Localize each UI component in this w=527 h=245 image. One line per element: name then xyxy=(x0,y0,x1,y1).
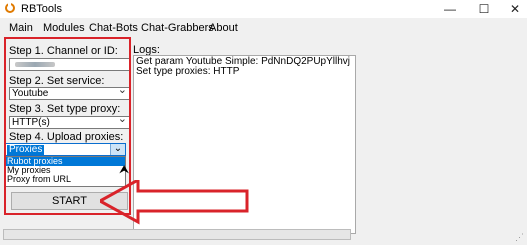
window-title: RBTools xyxy=(21,3,62,15)
menu-item-about[interactable]: About xyxy=(209,22,238,34)
menu-item-chat-bots[interactable]: Chat-Bots xyxy=(89,22,138,34)
maximize-button[interactable]: ☐ xyxy=(469,0,499,18)
resize-grip-icon[interactable]: ⋰ xyxy=(515,232,524,243)
app-logo-icon xyxy=(5,2,15,13)
log-line: Set type proxies: HTTP xyxy=(136,66,240,77)
close-button[interactable]: ✕ xyxy=(500,0,527,18)
minimize-button[interactable]: — xyxy=(435,0,465,18)
title-bar: RBTools — ☐ ✕ xyxy=(0,0,527,18)
progress-bar xyxy=(3,229,351,240)
menu-bar: Main Modules Chat-Bots Chat-Grabbers Abo… xyxy=(0,18,527,38)
menu-item-main[interactable]: Main xyxy=(9,22,33,34)
menu-item-modules[interactable]: Modules xyxy=(43,22,85,34)
menu-item-chat-grabbers[interactable]: Chat-Grabbers xyxy=(141,22,214,34)
